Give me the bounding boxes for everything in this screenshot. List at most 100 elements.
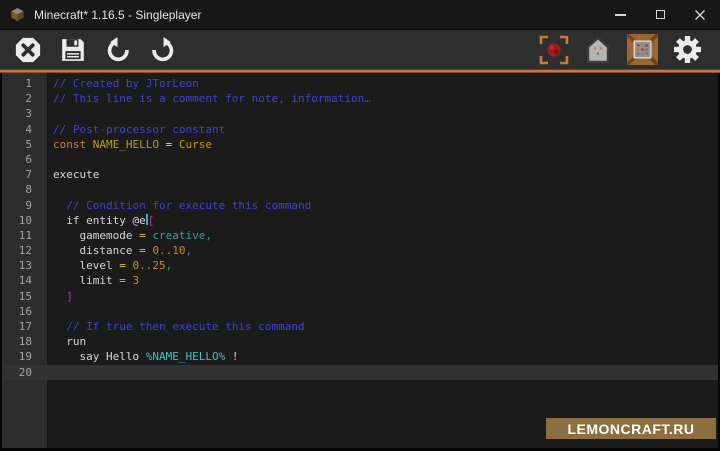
code-text — [48, 182, 53, 197]
code-text — [48, 152, 53, 167]
save-button[interactable] — [60, 37, 86, 63]
code-line-15[interactable]: 15 ] — [2, 289, 718, 304]
code-line-7[interactable]: 7execute — [2, 167, 718, 182]
line-number: 9 — [2, 198, 48, 213]
code-line-9[interactable]: 9 // Condition for execute this command — [2, 198, 718, 213]
code-line-13[interactable]: 13 level = 0..25, — [2, 258, 718, 273]
minimize-icon — [615, 14, 626, 16]
code-segment-comma: , — [166, 259, 173, 272]
code-segment-plain: = — [159, 138, 179, 151]
undo-button[interactable] — [105, 37, 131, 63]
code-segment-number: 0..25 — [132, 259, 165, 272]
code-segment-comment: // Created by JTorLeon — [53, 77, 199, 90]
line-number: 19 — [2, 349, 48, 364]
code-text: level = 0..25, — [48, 258, 172, 273]
undo-icon — [105, 37, 131, 63]
code-text: gamemode = creative, — [48, 228, 212, 243]
code-line-14[interactable]: 14 limit = 3 — [2, 273, 718, 288]
code-segment-plain — [53, 290, 66, 303]
minimize-button[interactable] — [600, 0, 640, 29]
gear-icon — [673, 35, 702, 64]
octagon-x-icon — [15, 37, 41, 63]
line-number: 6 — [2, 152, 48, 167]
code-segment-keyword: const — [53, 138, 86, 151]
redstone-select-icon — [539, 35, 569, 65]
code-line-11[interactable]: 11 gamemode = creative, — [2, 228, 718, 243]
code-text: const NAME_HELLO = Curse — [48, 137, 212, 152]
code-line-12[interactable]: 12 distance = 0..10, — [2, 243, 718, 258]
code-line-5[interactable]: 5const NAME_HELLO = Curse — [2, 137, 718, 152]
code-text: // Post-processor constant — [48, 122, 225, 137]
code-editor[interactable]: 1// Created by JTorLeon2// This line is … — [0, 73, 720, 451]
code-text: run — [48, 334, 86, 349]
home-button[interactable] — [584, 36, 612, 64]
code-line-16[interactable]: 16 — [2, 304, 718, 319]
line-number: 20 — [2, 365, 48, 380]
code-segment-comma: , — [185, 244, 192, 257]
code-line-3[interactable]: 3 — [2, 106, 718, 121]
code-segment-bracket: [ — [148, 214, 155, 227]
code-line-20[interactable]: 20 — [2, 365, 718, 380]
code-text: // Condition for execute this command — [48, 198, 311, 213]
code-segment-plain: level — [53, 259, 119, 272]
code-text: ] — [48, 289, 73, 304]
window-controls — [600, 0, 720, 29]
code-segment-plain: if entity @e — [53, 214, 146, 227]
redstone-select-button[interactable] — [539, 35, 569, 65]
watermark-badge: LEMONCRAFT.RU — [546, 418, 716, 439]
code-line-18[interactable]: 18 run — [2, 334, 718, 349]
code-segment-equals: = — [139, 244, 146, 257]
code-line-10[interactable]: 10 if entity @e[ — [2, 213, 718, 228]
floppy-disk-icon — [60, 37, 86, 63]
code-segment-plain: limit — [53, 274, 119, 287]
code-line-19[interactable]: 19 say Hello %NAME_HELLO% ! — [2, 349, 718, 364]
code-segment-number: 0..10 — [152, 244, 185, 257]
crafting-table-button[interactable] — [627, 34, 658, 65]
code-line-2[interactable]: 2// This line is a comment for note, inf… — [2, 91, 718, 106]
line-number: 13 — [2, 258, 48, 273]
code-text: if entity @e[ — [48, 213, 154, 228]
line-number: 4 — [2, 122, 48, 137]
line-number: 17 — [2, 319, 48, 334]
code-segment-equals: = — [119, 274, 126, 287]
code-rows: 1// Created by JTorLeon2// This line is … — [2, 73, 718, 380]
code-segment-plain: ! — [225, 350, 238, 363]
line-number: 2 — [2, 91, 48, 106]
redo-button[interactable] — [150, 37, 176, 63]
close-file-button[interactable] — [15, 37, 41, 63]
code-line-4[interactable]: 4// Post-processor constant — [2, 122, 718, 137]
code-line-17[interactable]: 17 // If true then execute this command — [2, 319, 718, 334]
code-segment-bracket: ] — [66, 290, 73, 303]
code-text: say Hello %NAME_HELLO% ! — [48, 349, 238, 364]
line-number: 5 — [2, 137, 48, 152]
code-segment-number: 3 — [132, 274, 139, 287]
code-segment-plain: execute — [53, 168, 99, 181]
code-segment-equals: = — [119, 259, 126, 272]
close-button[interactable] — [680, 0, 720, 29]
line-number: 1 — [2, 76, 48, 91]
code-segment-plain — [53, 199, 66, 212]
code-line-8[interactable]: 8 — [2, 182, 718, 197]
code-segment-equals: = — [139, 229, 146, 242]
code-text — [48, 304, 53, 319]
code-line-6[interactable]: 6 — [2, 152, 718, 167]
code-segment-constant: NAME_HELLO — [93, 138, 159, 151]
code-segment-plain: say Hello — [53, 350, 146, 363]
line-number: 8 — [2, 182, 48, 197]
code-segment-plain: distance — [53, 244, 139, 257]
code-segment-comma: , — [205, 229, 212, 242]
code-segment-plain — [53, 320, 66, 333]
toolbar — [0, 29, 720, 69]
toolbar-right-group — [539, 34, 720, 65]
close-icon — [694, 9, 706, 21]
maximize-icon — [656, 10, 665, 19]
code-text: // This line is a comment for note, info… — [48, 91, 371, 106]
code-text — [48, 365, 53, 380]
maximize-button[interactable] — [640, 0, 680, 29]
code-line-1[interactable]: 1 // Created by JTorLeon — [2, 76, 718, 91]
settings-button[interactable] — [673, 35, 702, 64]
toolbar-left-group — [0, 37, 176, 63]
code-segment-comment: // Condition for execute this command — [66, 199, 311, 212]
code-segment-comment: // If true then execute this command — [66, 320, 304, 333]
line-number: 18 — [2, 334, 48, 349]
